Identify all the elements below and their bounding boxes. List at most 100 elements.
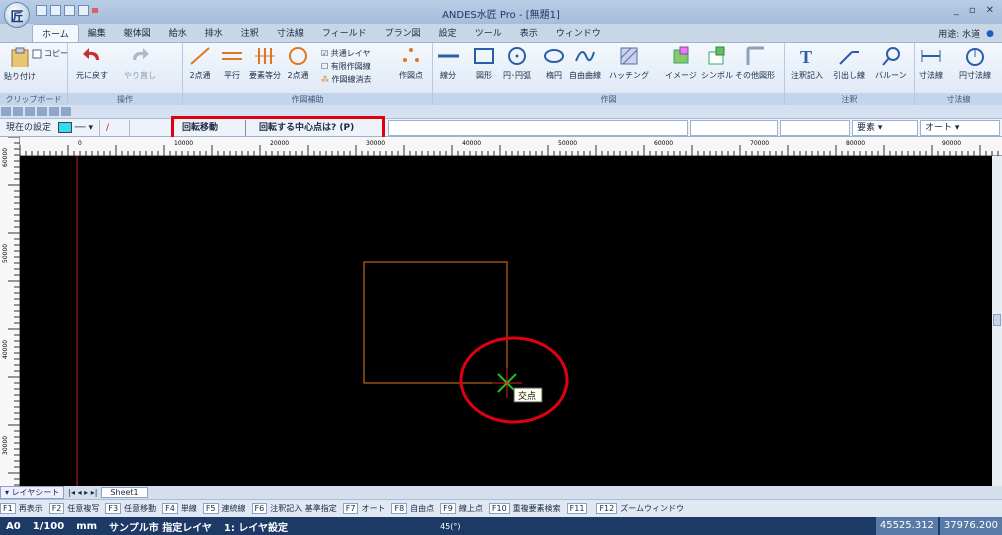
hatching-button[interactable]: ハッチング bbox=[609, 46, 649, 81]
city-layer[interactable]: サンプル市 指定レイヤ bbox=[103, 519, 218, 534]
tab-3[interactable]: 給水 bbox=[160, 24, 196, 42]
dimension-button[interactable]: 寸法線 bbox=[919, 46, 943, 81]
value-input-1[interactable] bbox=[690, 120, 778, 136]
current-setting[interactable]: 現在の設定 ── ▾ bbox=[0, 119, 100, 136]
unit[interactable]: mm bbox=[70, 521, 103, 532]
fkey-f9[interactable]: F9 線上点 bbox=[440, 503, 483, 514]
redo-button[interactable]: やり直し bbox=[124, 46, 156, 81]
app-menu-button[interactable]: 匠 bbox=[4, 2, 30, 28]
scale[interactable]: 1/100 bbox=[27, 521, 70, 532]
free-curve-button[interactable]: 自由曲線 bbox=[569, 46, 601, 81]
snap-tooltip-text: 交点 bbox=[518, 390, 536, 402]
circle-two-point-button[interactable]: 2点通 bbox=[287, 46, 309, 81]
two-point-button[interactable]: 2点通 bbox=[189, 46, 211, 81]
fkey-key: F1 bbox=[0, 503, 16, 514]
fkey-key: F10 bbox=[488, 503, 510, 514]
line-button[interactable]: 線分 bbox=[437, 46, 460, 81]
fkey-f5[interactable]: F5 連続線 bbox=[202, 503, 246, 514]
equal-divide-button[interactable]: 要素等分 bbox=[249, 46, 281, 81]
element-select[interactable]: 要素 ▾ bbox=[852, 120, 918, 136]
undo-arrow-icon bbox=[83, 48, 99, 60]
sheet1-tab[interactable]: Sheet1 bbox=[101, 487, 148, 498]
scroll-thumb[interactable] bbox=[993, 314, 1001, 326]
fkey-f6[interactable]: F6 注釈記入 基準指定 bbox=[251, 503, 337, 514]
line-type-icon[interactable]: ── ▾ bbox=[75, 123, 93, 133]
rectangle-icon bbox=[474, 48, 494, 64]
limited-line-check[interactable]: ☐ 有限作図線 bbox=[321, 60, 372, 73]
fkey-f2[interactable]: F2 任意複写 bbox=[48, 503, 99, 514]
tab-9[interactable]: 設定 bbox=[430, 24, 466, 42]
command-input[interactable] bbox=[388, 120, 688, 136]
tool-icon-1[interactable] bbox=[1, 107, 11, 116]
other-shape-button[interactable]: その他図形 bbox=[735, 46, 775, 81]
fkey-f3[interactable]: F3 任意移動 bbox=[105, 503, 156, 514]
fkey-f4[interactable]: F4 単線 bbox=[162, 503, 197, 514]
fkey-f7[interactable]: F7 オート bbox=[342, 503, 385, 514]
fkey-f1[interactable]: F1 再表示 bbox=[0, 503, 43, 514]
fkey-f11[interactable]: F11 bbox=[566, 503, 591, 514]
copy-button[interactable]: コピー bbox=[32, 48, 68, 59]
tool-icon-6[interactable] bbox=[61, 107, 71, 116]
paper-size[interactable]: A0 bbox=[0, 521, 27, 532]
balloon-button[interactable]: バルーン bbox=[875, 46, 907, 81]
close-icon[interactable]: ✕ bbox=[986, 5, 994, 16]
usage-selector[interactable]: 用途: 水道 ● bbox=[938, 27, 994, 41]
erase-line-button[interactable]: ⁂ 作図線消去 bbox=[321, 73, 372, 86]
fkey-label: 連続線 bbox=[221, 504, 246, 513]
current-setting-label: 現在の設定 bbox=[6, 122, 52, 133]
tab-8[interactable]: プラン図 bbox=[376, 24, 430, 42]
tab-5[interactable]: 注釈 bbox=[232, 24, 268, 42]
vertical-ruler: 60000 50000 40000 30000 bbox=[0, 136, 20, 486]
help-icon[interactable]: ● bbox=[986, 29, 994, 39]
parallel-button[interactable]: 平行 bbox=[221, 46, 243, 81]
circle-arc-button[interactable]: 円･円弧 bbox=[503, 46, 531, 81]
tab-10[interactable]: ツール bbox=[466, 24, 511, 42]
drawing-canvas[interactable]: 交点 bbox=[20, 156, 992, 486]
minimize-icon[interactable]: _ bbox=[954, 5, 959, 16]
tool-icon-4[interactable] bbox=[37, 107, 47, 116]
image-button[interactable]: イメージ bbox=[665, 46, 697, 81]
tab-7[interactable]: フィールド bbox=[313, 24, 376, 42]
sheet-nav[interactable]: |◂ ◂ ▸ ▸| bbox=[64, 488, 101, 497]
pen-icon[interactable]: ∕ bbox=[100, 119, 130, 136]
tab-2[interactable]: 躯体図 bbox=[115, 24, 160, 42]
draw-point-button[interactable]: 作図点 bbox=[399, 46, 423, 81]
leader-button[interactable]: 引出し線 bbox=[833, 46, 865, 81]
tool-icon-2[interactable] bbox=[13, 107, 23, 116]
color-swatch[interactable] bbox=[57, 121, 72, 133]
symbol-label: シンボル bbox=[701, 71, 733, 80]
maximize-icon[interactable]: ▫ bbox=[969, 5, 976, 16]
angle[interactable]: 45(°) bbox=[434, 522, 466, 531]
hatching-label: ハッチング bbox=[609, 71, 649, 80]
common-layer-check[interactable]: ☑ 共通レイヤ bbox=[321, 47, 372, 60]
symbol-button[interactable]: シンボル bbox=[701, 46, 733, 81]
tab-6[interactable]: 寸法線 bbox=[268, 24, 313, 42]
horizontal-ruler-ticks: 0 10000 20000 30000 40000 50000 60000 70000 8000… bbox=[19, 140, 999, 156]
shape-button[interactable]: 図形 bbox=[473, 46, 495, 81]
ellipse-button[interactable]: 楕円 bbox=[543, 46, 565, 81]
fkey-label: 自由点 bbox=[410, 504, 435, 513]
fkey-f10[interactable]: F10 重複要素検索 bbox=[488, 503, 561, 514]
fkey-f8[interactable]: F8 自由点 bbox=[391, 503, 434, 514]
undo-button[interactable]: 元に戻す bbox=[76, 46, 108, 81]
fkey-label: 線上点 bbox=[458, 504, 483, 513]
fkey-f12[interactable]: F12 ズームウィンドウ bbox=[596, 503, 684, 514]
points-icon bbox=[403, 48, 419, 62]
fkey-label: ズームウィンドウ bbox=[620, 504, 684, 513]
tab-1[interactable]: 編集 bbox=[79, 24, 115, 42]
circle-dimension-button[interactable]: 円寸法線 bbox=[959, 46, 991, 81]
tab-11[interactable]: 表示 bbox=[511, 24, 547, 42]
layer-setting[interactable]: 1: レイヤ設定 bbox=[218, 519, 294, 534]
tab-12[interactable]: ウィンドウ bbox=[547, 24, 610, 42]
layer-sheet-tab[interactable]: ▾ レイヤシート bbox=[0, 486, 65, 499]
snap-select[interactable]: オート ▾ bbox=[920, 120, 1000, 136]
tab-0[interactable]: ホーム bbox=[32, 24, 79, 42]
vertical-scrollbar[interactable] bbox=[992, 156, 1002, 486]
annotation-text-button[interactable]: T 注釈記入 bbox=[791, 46, 823, 81]
value-input-2[interactable] bbox=[780, 120, 850, 136]
fkey-key: F2 bbox=[48, 503, 65, 514]
drawn-square[interactable] bbox=[363, 261, 508, 384]
tab-4[interactable]: 排水 bbox=[196, 24, 232, 42]
tool-icon-3[interactable] bbox=[25, 107, 35, 116]
tool-icon-5[interactable] bbox=[49, 107, 59, 116]
